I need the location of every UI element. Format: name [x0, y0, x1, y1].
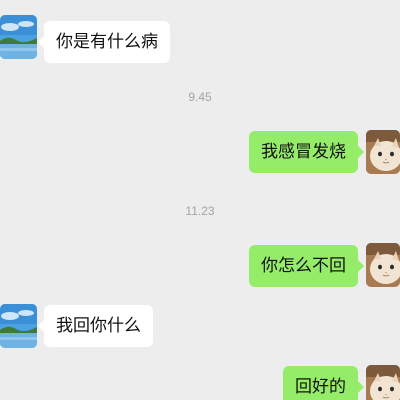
message-text: 我回你什么 — [56, 316, 141, 336]
message-bubble-outgoing[interactable]: 你怎么不回 — [249, 245, 364, 287]
message-text: 回好的 — [295, 377, 346, 397]
bubble-tail — [358, 381, 364, 393]
message-text: 我感冒发烧 — [261, 142, 346, 162]
message-bubble-incoming[interactable]: 你是有什么病 — [38, 21, 170, 63]
landscape-avatar-icon — [0, 304, 37, 348]
cat-avatar-icon — [366, 243, 400, 287]
contact-avatar[interactable] — [0, 304, 37, 348]
bubble-tail — [38, 320, 44, 332]
message-bubble-incoming[interactable]: 我回你什么 — [38, 305, 153, 347]
bubble-tail — [358, 146, 364, 158]
cat-avatar-icon — [366, 130, 400, 174]
message-bubble-outgoing[interactable]: 回好的 — [283, 366, 364, 400]
cat-avatar-icon — [366, 365, 400, 400]
timestamp: 11.23 — [185, 204, 215, 218]
contact-avatar[interactable] — [0, 15, 37, 59]
chat-window: 你是有什么病 9.45 我感冒发烧 11.23 你怎么不回 我回你什么 回好的 — [0, 0, 400, 400]
landscape-avatar-icon — [0, 15, 37, 59]
self-avatar[interactable] — [366, 243, 400, 287]
message-text: 你是有什么病 — [56, 32, 158, 52]
self-avatar[interactable] — [366, 365, 400, 400]
bubble-tail — [358, 260, 364, 272]
self-avatar[interactable] — [366, 130, 400, 174]
message-text: 你怎么不回 — [261, 256, 346, 276]
bubble-tail — [38, 36, 44, 48]
timestamp: 9.45 — [188, 90, 212, 104]
message-bubble-outgoing[interactable]: 我感冒发烧 — [249, 131, 364, 173]
